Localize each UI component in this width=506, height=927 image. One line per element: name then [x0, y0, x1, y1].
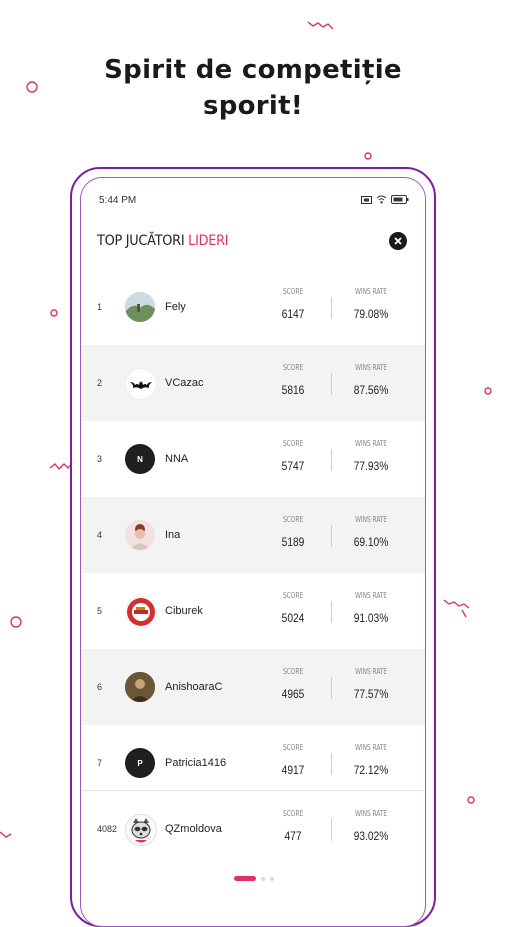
- wins-rate-value: 91.03%: [353, 611, 389, 625]
- player-name: Ina: [165, 529, 181, 541]
- column-divider: [331, 297, 332, 319]
- wins-rate-value: 77.93%: [353, 459, 389, 473]
- page-dot[interactable]: [270, 877, 274, 881]
- column-divider: [331, 373, 332, 395]
- leaderboard-row[interactable]: 2 VCazac SCORE 5816 WINS RATE 87.56%: [81, 345, 425, 421]
- score-header: SCORE: [282, 667, 304, 676]
- rank-number: 4: [97, 530, 103, 540]
- current-user-row[interactable]: 4082 QZmoldova SCORE 477 WINS RATE 93.02…: [81, 790, 425, 866]
- score-value: 5024: [281, 611, 305, 625]
- column-divider: [331, 819, 332, 841]
- avatar: N: [125, 444, 155, 474]
- cast-icon: [361, 195, 372, 204]
- player-name: QZmoldova: [165, 823, 222, 835]
- score-value: 4965: [281, 687, 305, 701]
- wins-rate-value: 72.12%: [353, 763, 389, 777]
- score-header: SCORE: [282, 591, 304, 600]
- leaderboard-row[interactable]: 4 Ina SCORE 5189 WINS RATE 69.10%: [81, 497, 425, 573]
- wins-rate-header: WINS RATE: [355, 287, 387, 296]
- avatar: [125, 368, 157, 400]
- raccoon-avatar-icon: [126, 815, 156, 845]
- title-accent: LIDERI: [188, 233, 229, 249]
- score-value: 4917: [281, 763, 305, 777]
- rank-number: 3: [97, 454, 103, 464]
- person-avatar-icon: [125, 672, 155, 702]
- leaderboard-title: TOP JUCĂTORI LIDERI: [97, 233, 384, 257]
- player-name: NNA: [165, 453, 189, 465]
- status-time: 5:44 PM: [99, 195, 137, 206]
- wins-rate-header: WINS RATE: [355, 363, 387, 372]
- rank-number: 4082: [97, 824, 118, 834]
- column-divider: [331, 753, 332, 775]
- battery-icon: [391, 195, 409, 204]
- landscape-avatar-icon: [125, 292, 155, 322]
- avatar: [125, 292, 155, 322]
- page-indicator[interactable]: [81, 876, 425, 882]
- score-header: SCORE: [282, 363, 304, 372]
- column-divider: [331, 449, 332, 471]
- wins-rate-header: WINS RATE: [355, 667, 387, 676]
- close-button[interactable]: [389, 232, 407, 250]
- wins-rate-header: WINS RATE: [355, 439, 387, 448]
- score-header: SCORE: [282, 439, 304, 448]
- page-dot[interactable]: [261, 877, 265, 881]
- column-divider: [331, 601, 332, 623]
- wins-rate-header: WINS RATE: [355, 809, 387, 818]
- avatar: P: [125, 748, 155, 778]
- wins-rate-value: 69.10%: [353, 535, 389, 549]
- bat-logo-icon: [130, 381, 152, 389]
- close-icon: [394, 237, 402, 245]
- score-header: SCORE: [282, 809, 304, 818]
- player-name: Ciburek: [165, 605, 203, 617]
- score-value: 6147: [281, 307, 305, 321]
- wins-rate-header: WINS RATE: [355, 515, 387, 524]
- leaderboard-row[interactable]: 6 AnishoaraC SCORE 4965 WINS RATE 77.57%: [81, 649, 425, 725]
- wins-rate-value: 77.57%: [353, 687, 389, 701]
- status-bar: 5:44 PM: [99, 195, 409, 209]
- club-crest-icon: [127, 598, 155, 626]
- wins-rate-value: 87.56%: [353, 383, 389, 397]
- headline-line-2: sporit!: [202, 91, 304, 121]
- leaderboard-row[interactable]: 1 Fely SCORE 6147 WINS RATE 79.08%: [81, 269, 425, 345]
- score-value: 477: [284, 829, 302, 843]
- rank-number: 6: [97, 682, 103, 692]
- score-value: 5189: [281, 535, 305, 549]
- rank-number: 5: [97, 606, 103, 616]
- person-avatar-icon: [125, 520, 155, 550]
- score-value: 5747: [281, 459, 305, 473]
- promo-headline: Spirit de competiție sporit!: [0, 52, 506, 124]
- headline-line-1: Spirit de competiție: [104, 55, 402, 85]
- score-header: SCORE: [282, 287, 304, 296]
- avatar: [125, 814, 157, 846]
- avatar: [125, 672, 155, 702]
- column-divider: [331, 525, 332, 547]
- status-icons: [361, 195, 409, 204]
- wifi-icon: [376, 195, 387, 204]
- wins-rate-header: WINS RATE: [355, 591, 387, 600]
- phone-screen: 5:44 PM TOP JUCĂTORI LIDERI 1 Fely SCORE…: [80, 177, 426, 927]
- player-name: AnishoaraC: [165, 681, 223, 693]
- wins-rate-value: 79.08%: [353, 307, 389, 321]
- rank-number: 1: [97, 302, 103, 312]
- avatar: [125, 520, 155, 550]
- wins-rate-header: WINS RATE: [355, 743, 387, 752]
- title-prefix: TOP JUCĂTORI: [97, 233, 185, 249]
- score-header: SCORE: [282, 515, 304, 524]
- wins-rate-value: 93.02%: [353, 829, 389, 843]
- player-name: Fely: [165, 301, 186, 313]
- column-divider: [331, 677, 332, 699]
- score-value: 5816: [281, 383, 305, 397]
- rank-number: 2: [97, 378, 103, 388]
- page-dot-active[interactable]: [234, 876, 256, 881]
- leaderboard-row[interactable]: 3 N NNA SCORE 5747 WINS RATE 77.93%: [81, 421, 425, 497]
- player-name: VCazac: [165, 377, 204, 389]
- avatar: [125, 596, 157, 628]
- leaderboard-row[interactable]: 5 Ciburek SCORE 5024 WINS RATE 91.03%: [81, 573, 425, 649]
- score-header: SCORE: [282, 743, 304, 752]
